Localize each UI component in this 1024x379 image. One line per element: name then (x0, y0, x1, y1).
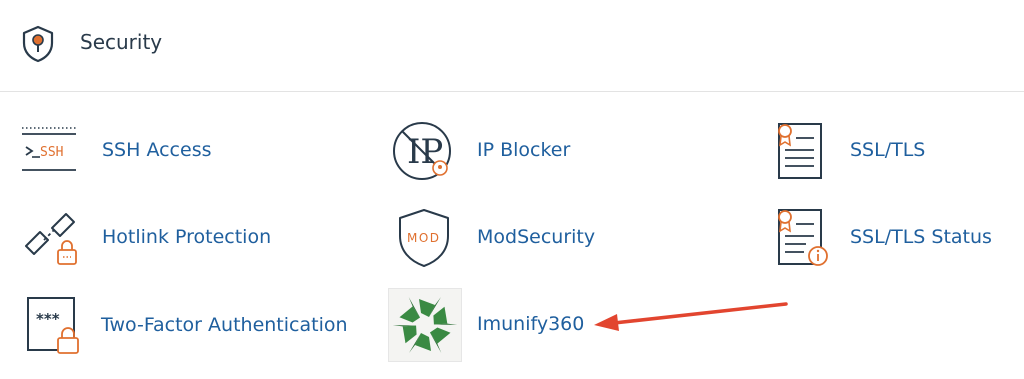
two-factor-authentication-label: Two-Factor Authentication (101, 314, 348, 336)
two-factor-authentication-link[interactable]: *** Two-Factor Authentication (22, 294, 367, 358)
mod-shield-icon: MOD (396, 206, 452, 270)
certificate-info-icon (772, 206, 832, 270)
ssl-tls-status-link[interactable]: SSL/TLS Status (772, 206, 1012, 270)
ssl-tls-status-label: SSL/TLS Status (850, 226, 992, 248)
broken-link-lock-icon (18, 206, 82, 270)
ssh-access-label: SSH Access (102, 139, 212, 161)
hotlink-protection-label: Hotlink Protection (102, 226, 272, 248)
ssl-tls-link[interactable]: SSL/TLS (772, 120, 952, 182)
modsecurity-label: ModSecurity (477, 226, 596, 248)
password-lock-icon: *** (22, 294, 82, 358)
svg-text:MOD: MOD (407, 231, 441, 245)
imunify360-label: Imunify360 (477, 313, 585, 335)
shield-icon (20, 24, 56, 64)
annotation-arrow (588, 294, 792, 334)
ssh-terminal-icon: SSH (18, 124, 80, 176)
ip-blocker-label: IP Blocker (477, 139, 571, 161)
section-title: Security (80, 30, 163, 54)
ssh-access-link[interactable]: SSH SSH Access (18, 124, 268, 176)
svg-text:***: *** (36, 310, 60, 328)
section-header: Security (0, 0, 1024, 92)
imunify360-logo-icon (388, 288, 462, 362)
imunify360-link[interactable]: Imunify360 (388, 288, 598, 362)
ip-blocker-link[interactable]: IP IP Blocker (388, 118, 588, 184)
modsecurity-link[interactable]: MOD ModSecurity (396, 206, 616, 270)
hotlink-protection-link[interactable]: Hotlink Protection (18, 206, 298, 270)
svg-text:SSH: SSH (40, 145, 63, 160)
ip-blocker-icon: IP (388, 118, 456, 184)
certificate-icon (772, 120, 826, 182)
ssl-tls-label: SSL/TLS (850, 139, 926, 161)
